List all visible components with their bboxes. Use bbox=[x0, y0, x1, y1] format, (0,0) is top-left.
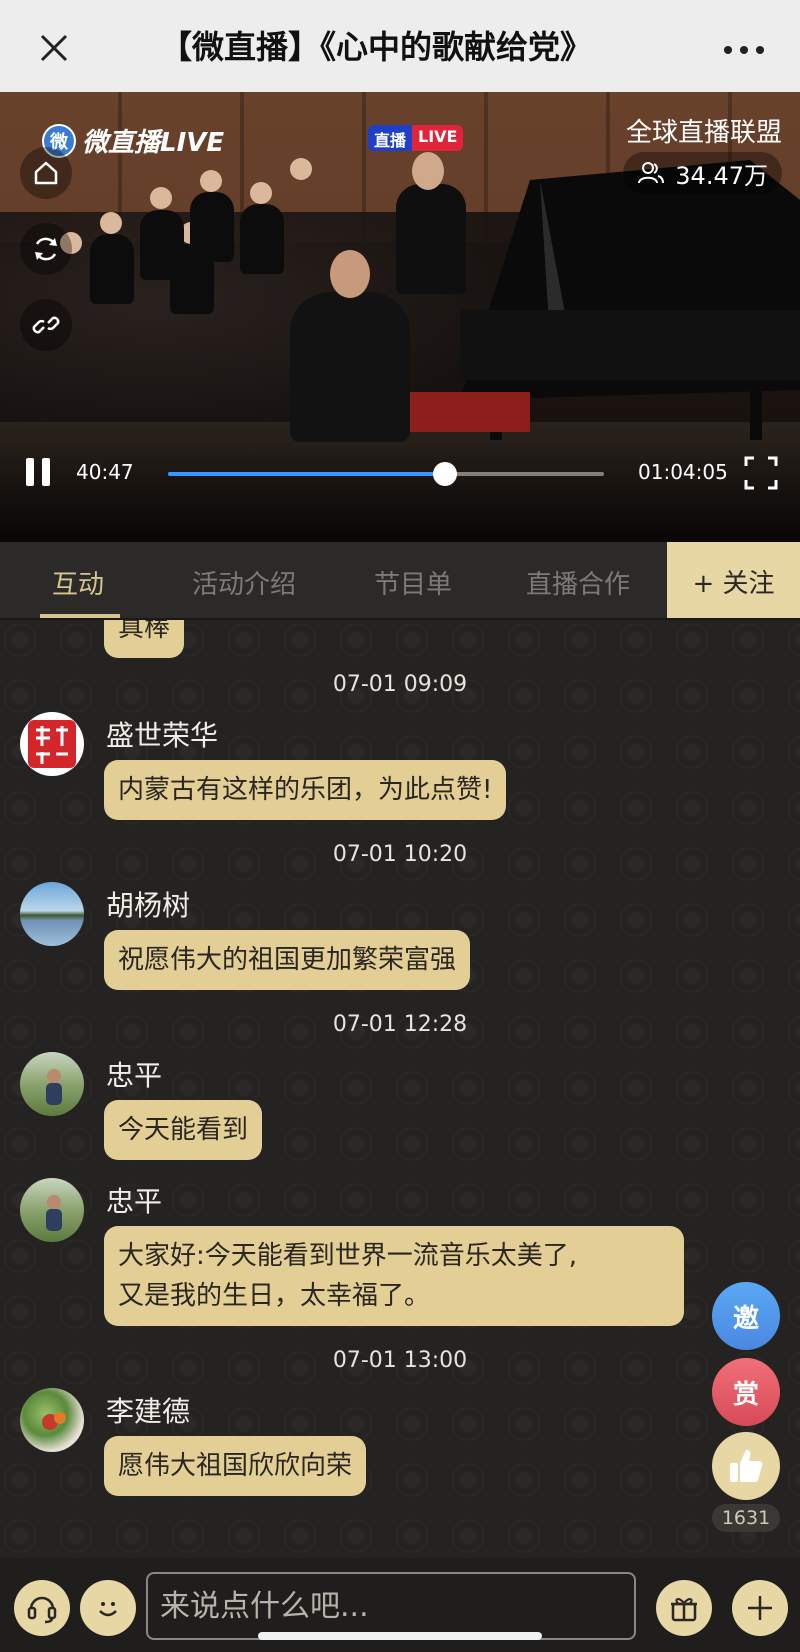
message-timestamp: 07-01 12:28 bbox=[332, 1012, 468, 1037]
person-avatar-icon bbox=[46, 1069, 62, 1105]
chat-area[interactable]: 真棒 07-01 09:09 盛世荣华 内蒙古有这样的乐团，为此点赞! 07-0… bbox=[0, 620, 800, 1558]
username: 忠平 bbox=[106, 1185, 163, 1218]
comment-input[interactable] bbox=[146, 1572, 636, 1640]
users-icon bbox=[638, 162, 665, 184]
progress-bar[interactable] bbox=[168, 462, 604, 486]
total-time: 01:04:05 bbox=[638, 460, 728, 484]
live-badge: 直播 LIVE bbox=[368, 125, 464, 151]
video-side-tools bbox=[20, 147, 72, 375]
chat-bubble: 祝愿伟大的祖国更加繁荣富强 bbox=[104, 930, 471, 990]
share-link-button[interactable] bbox=[20, 299, 72, 351]
live-badge-en: LIVE bbox=[412, 125, 464, 151]
chat-bubble-line: 又是我的生日，太幸福了。 bbox=[118, 1281, 431, 1311]
message-timestamp: 07-01 09:09 bbox=[332, 672, 468, 697]
invite-label: 邀 bbox=[732, 1303, 759, 1334]
chat-bubble: 内蒙古有这样的乐团，为此点赞! bbox=[104, 760, 507, 820]
more-actions-button[interactable] bbox=[732, 1580, 788, 1636]
viewer-count: 34.47万 bbox=[623, 152, 782, 194]
invite-button[interactable]: 邀 bbox=[712, 1282, 780, 1350]
gift-button[interactable] bbox=[656, 1580, 712, 1636]
close-icon[interactable] bbox=[34, 28, 74, 68]
avatar[interactable] bbox=[20, 1388, 84, 1452]
customer-service-button[interactable] bbox=[14, 1580, 70, 1636]
chat-bubble: 今天能看到 bbox=[104, 1100, 263, 1160]
chat-bubble: 真棒 bbox=[104, 620, 185, 658]
pause-icon[interactable] bbox=[26, 458, 52, 486]
tab-interaction[interactable]: 互动 bbox=[52, 564, 104, 601]
player-controls bbox=[0, 442, 800, 542]
avatar[interactable] bbox=[20, 882, 84, 946]
video-player[interactable]: 微 微直播LIVE 直播 LIVE 全球直播联盟 34.47万 40:47 01… bbox=[0, 92, 800, 542]
avatar[interactable] bbox=[20, 1178, 84, 1242]
tab-program-list[interactable]: 节目单 bbox=[374, 564, 452, 601]
emoji-button[interactable] bbox=[80, 1580, 136, 1636]
reward-label: 赏 bbox=[732, 1379, 759, 1410]
top-nav-bar: 【微直播】《心中的歌献给党》 bbox=[0, 0, 800, 92]
refresh-icon bbox=[35, 237, 57, 261]
thumbs-up-icon bbox=[730, 1450, 763, 1482]
bottom-input-bar bbox=[0, 1558, 800, 1652]
avatar[interactable] bbox=[20, 712, 84, 776]
chat-bubble-line: 大家好:今天能看到世界一流音乐太美了, bbox=[118, 1241, 578, 1271]
follow-button[interactable]: + 关注 bbox=[667, 542, 800, 620]
link-icon bbox=[32, 316, 60, 334]
message-timestamp: 07-01 13:00 bbox=[332, 1348, 468, 1373]
smiley-icon bbox=[99, 1602, 117, 1617]
progress-fill bbox=[168, 472, 446, 476]
home-indicator bbox=[258, 1632, 542, 1640]
alliance-label: 全球直播联盟 bbox=[625, 118, 782, 148]
message-timestamp: 07-01 10:20 bbox=[332, 842, 468, 867]
pianist bbox=[290, 292, 410, 442]
reward-button[interactable]: 赏 bbox=[712, 1358, 780, 1426]
live-badge-cn: 直播 bbox=[368, 125, 413, 151]
gift-icon bbox=[671, 1598, 697, 1622]
refresh-button[interactable] bbox=[20, 223, 72, 275]
home-icon bbox=[34, 161, 58, 185]
chat-bubble: 大家好:今天能看到世界一流音乐太美了, 又是我的生日，太幸福了。 bbox=[104, 1226, 684, 1326]
brand-text: 微直播LIVE bbox=[82, 128, 225, 158]
fullscreen-icon[interactable] bbox=[744, 456, 778, 490]
more-options-icon[interactable] bbox=[724, 46, 764, 54]
current-time: 40:47 bbox=[76, 460, 134, 484]
username: 忠平 bbox=[106, 1059, 163, 1092]
headset-icon bbox=[27, 1596, 57, 1624]
plus-icon bbox=[748, 1596, 772, 1620]
viewer-count-value: 34.47万 bbox=[675, 161, 768, 190]
username: 胡杨树 bbox=[106, 889, 191, 922]
home-button[interactable] bbox=[20, 147, 72, 199]
seal-avatar-icon bbox=[28, 720, 76, 768]
tab-live-cooperation[interactable]: 直播合作 bbox=[526, 564, 630, 601]
like-button[interactable] bbox=[712, 1432, 780, 1500]
page-title: 【微直播】《心中的歌献给党》 bbox=[160, 22, 650, 68]
like-count: 1631 bbox=[712, 1504, 780, 1532]
fruit-avatar-icon bbox=[42, 1412, 66, 1430]
chat-bubble: 愿伟大祖国欣欣向荣 bbox=[104, 1436, 367, 1496]
conductor bbox=[396, 184, 466, 294]
tab-activity-intro[interactable]: 活动介绍 bbox=[192, 564, 296, 601]
avatar[interactable] bbox=[20, 1052, 84, 1116]
username: 李建德 bbox=[106, 1395, 191, 1428]
person-avatar-icon bbox=[46, 1195, 62, 1231]
username: 盛世荣华 bbox=[106, 719, 219, 752]
